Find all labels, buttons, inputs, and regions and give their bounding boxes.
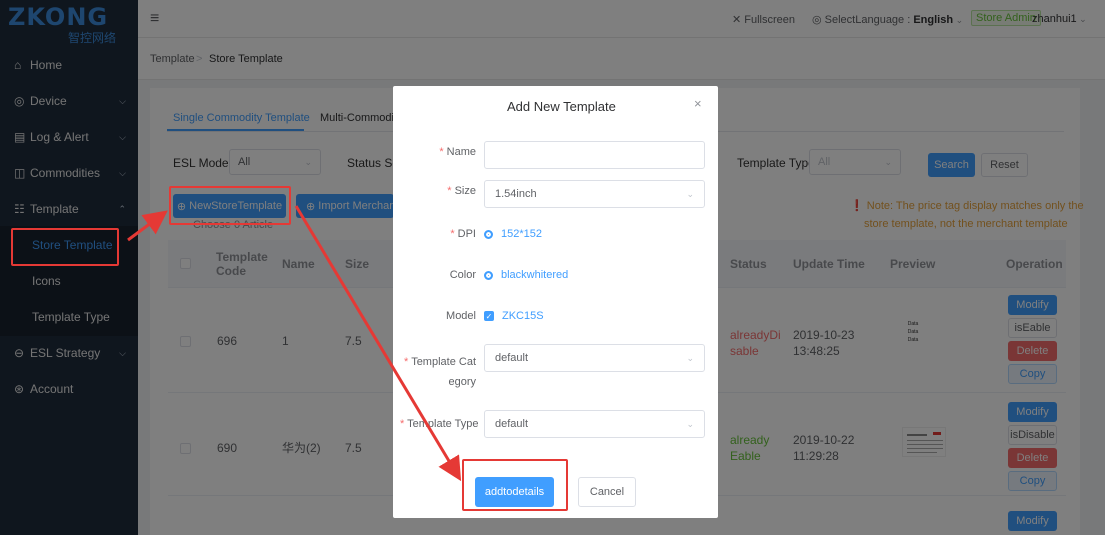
annotation-arrow-2 xyxy=(294,205,462,482)
annotation-arrows xyxy=(127,205,462,482)
annotation-arrow-1 xyxy=(127,210,168,242)
